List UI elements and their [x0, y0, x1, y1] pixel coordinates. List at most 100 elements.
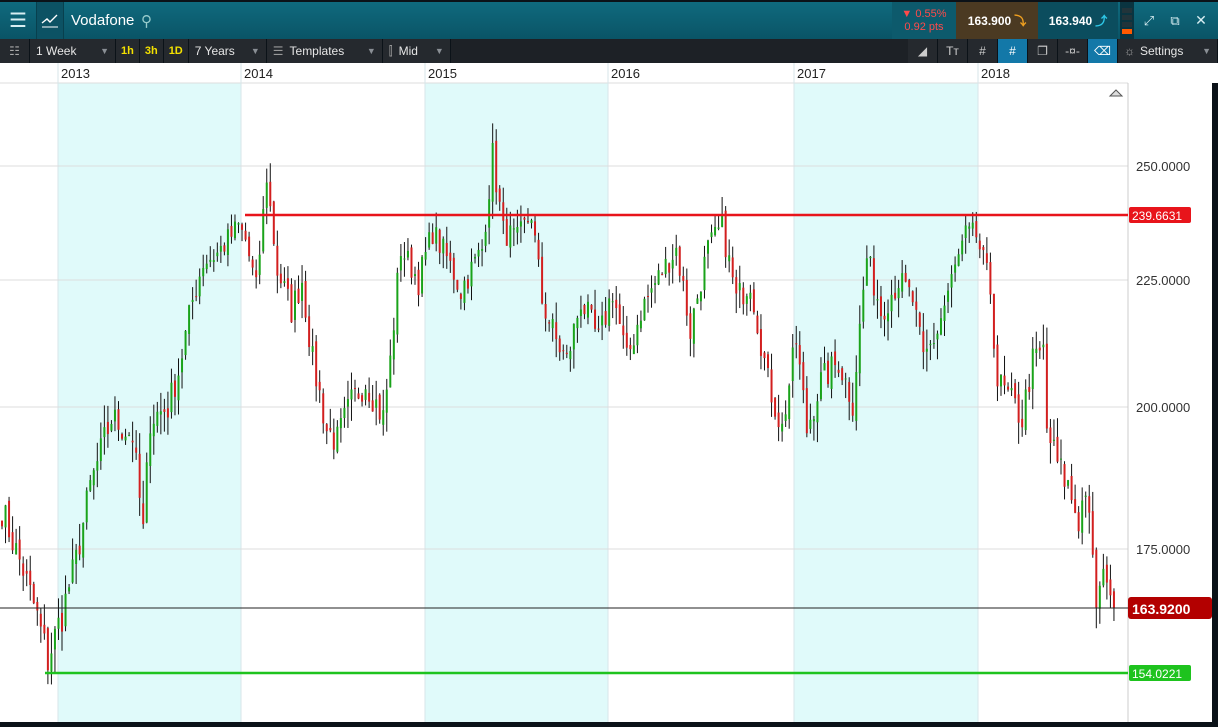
candle-up: [484, 231, 487, 246]
text-tool-icon[interactable]: Tт: [938, 39, 968, 63]
candle-up: [293, 290, 296, 320]
candle-down: [142, 503, 145, 525]
popout-icon[interactable]: ⧉: [1162, 2, 1188, 39]
candle-up: [53, 628, 56, 650]
candle-down: [297, 288, 300, 304]
candle-down: [894, 292, 897, 299]
candle-down: [325, 424, 328, 432]
arrow-up-icon: ⤴: [1095, 14, 1108, 28]
label-icon[interactable]: ⌫: [1088, 39, 1118, 63]
quick-1d[interactable]: 1D: [163, 39, 189, 63]
candle-up: [237, 223, 240, 225]
candle-up: [159, 411, 162, 415]
candle-up: [124, 436, 127, 441]
grid-icon[interactable]: #: [968, 39, 998, 63]
candle-down: [36, 601, 39, 611]
close-icon[interactable]: ✕: [1188, 2, 1214, 39]
candle-up: [601, 315, 604, 326]
candle-down: [1105, 564, 1108, 583]
candle-up: [939, 318, 942, 335]
candle-down: [505, 219, 508, 246]
candle-up: [85, 490, 88, 523]
candle-down: [290, 284, 293, 323]
candle-down: [378, 394, 381, 420]
sell-button[interactable]: 163.900 ⤵: [956, 2, 1038, 39]
range-select[interactable]: 7 Years ▼: [188, 39, 267, 63]
price-type-select[interactable]: ⫿ Mid ▼: [382, 39, 451, 63]
price-chart[interactable]: 2013 2014 2015 2016 2017 2018 250.0000 225.0000…: [0, 63, 1218, 722]
candle-up: [738, 283, 741, 291]
crosshair-snap-icon[interactable]: #: [998, 39, 1028, 63]
candle-up: [950, 274, 953, 288]
candle-down: [883, 315, 886, 320]
candle-up: [654, 283, 657, 285]
list-icon[interactable]: ☷: [0, 39, 30, 63]
candle-up: [865, 258, 868, 286]
candle-up: [92, 470, 95, 486]
candle-up: [71, 559, 74, 583]
templates-select[interactable]: ☰ Templates ▼: [266, 39, 383, 63]
candle-down: [241, 224, 244, 230]
candle-up: [103, 427, 106, 438]
quick-3h[interactable]: 3h: [139, 39, 164, 63]
candle-up: [657, 270, 660, 285]
candle-up: [717, 227, 720, 229]
candle-down: [131, 440, 134, 443]
candle-up: [113, 409, 116, 422]
candle-down: [767, 354, 770, 369]
chart-toolbar: ☷ 1 Week ▼ 1h 3h 1D 7 Years ▼ ☰ Templates ▼ …: [0, 39, 1218, 63]
candle-up: [212, 260, 215, 263]
depth-indicator: [1120, 2, 1134, 39]
candle-down: [537, 239, 540, 260]
candle-down: [318, 381, 321, 391]
candle-up: [403, 258, 406, 260]
interval-select[interactable]: 1 Week ▼: [30, 39, 116, 63]
candle-down: [689, 313, 692, 339]
settings-button[interactable]: ☼ Settings ▼: [1118, 39, 1218, 63]
instrument-name[interactable]: Vodafone: [71, 2, 134, 39]
chart-icon[interactable]: [36, 2, 64, 39]
candle-up: [999, 375, 1002, 387]
candle-up: [128, 434, 131, 436]
layers-icon[interactable]: ❐: [1028, 39, 1058, 63]
candle-up: [216, 252, 219, 257]
candle-down: [625, 332, 628, 348]
year-band: [425, 83, 608, 722]
candle-down: [1049, 427, 1052, 444]
y-tick-label: 250.0000: [1136, 159, 1190, 174]
x-tick-label: 2017: [797, 66, 826, 81]
candle-down: [922, 331, 925, 353]
search-icon[interactable]: ⚲: [141, 2, 152, 39]
candle-up: [339, 418, 342, 429]
candle-down: [332, 432, 335, 450]
candle-down: [544, 304, 547, 319]
candle-down: [61, 612, 64, 632]
candle-up: [424, 251, 427, 260]
candle-down: [248, 236, 251, 257]
change-pts: 0.92 pts: [904, 20, 944, 33]
candle-up: [301, 282, 304, 301]
candle-up: [887, 313, 890, 322]
expand-icon[interactable]: ⤢: [1136, 2, 1162, 39]
candle-up: [145, 462, 148, 523]
candle-up: [488, 199, 491, 228]
candle-down: [251, 259, 254, 268]
candle-down: [195, 296, 198, 298]
candle-down: [685, 279, 688, 316]
candle-down: [918, 312, 921, 327]
candle-up: [149, 433, 152, 467]
candle-up: [385, 389, 388, 413]
chart-svg[interactable]: 2013 2014 2015 2016 2017 2018 250.0000 225.0000…: [0, 63, 1218, 722]
buy-button[interactable]: 163.940 ⤴: [1038, 2, 1118, 39]
candle-up: [406, 250, 409, 258]
candle-up: [692, 308, 695, 344]
candle-down: [837, 369, 840, 373]
candle-down: [1063, 464, 1066, 487]
candle-down: [18, 539, 21, 560]
draw-line-icon[interactable]: ◢: [908, 39, 938, 63]
candle-up: [650, 288, 653, 293]
candle-down: [8, 500, 11, 538]
quick-1h[interactable]: 1h: [116, 39, 140, 63]
marker-icon[interactable]: -¤-: [1058, 39, 1088, 63]
menu-icon[interactable]: ☰: [0, 2, 36, 39]
